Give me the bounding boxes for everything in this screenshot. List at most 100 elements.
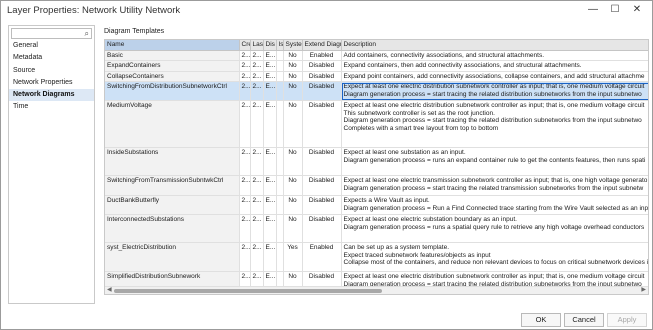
- cell-c4: [276, 214, 284, 244]
- cell-c1: 2...: [239, 81, 251, 102]
- cell-desc: Expects a Wire Vault as input. Diagram g…: [341, 195, 648, 216]
- cell-extend: Disabled: [302, 81, 342, 102]
- cell-system: No: [283, 214, 303, 244]
- cell-system: Yes: [283, 242, 303, 273]
- cell-desc: Expect at least one electric distributio…: [341, 81, 648, 102]
- cell-c4: [276, 50, 284, 62]
- table-row[interactable]: Basic 2... 2... E... No Enabled Add containers…: [105, 50, 648, 62]
- cell-extend: Disabled: [302, 214, 342, 244]
- column-header[interactable]: Is: [276, 40, 284, 51]
- sidebar-item-time[interactable]: Time: [9, 101, 94, 113]
- ok-button[interactable]: OK: [521, 313, 561, 327]
- cell-c1: 2...: [239, 214, 251, 244]
- cell-c3: E...: [263, 60, 277, 72]
- cell-system: No: [283, 71, 303, 83]
- cell-extend: Disabled: [302, 71, 342, 83]
- cell-c4: [276, 195, 284, 216]
- cell-c2: 2...: [250, 175, 264, 197]
- column-header[interactable]: Systen: [283, 40, 303, 51]
- table-row[interactable]: CollapseContainers 2... 2... E... No Disabled…: [105, 71, 648, 83]
- cell-extend: Enabled: [302, 50, 342, 62]
- cell-name: MediumVoltage: [105, 100, 240, 149]
- search-input[interactable]: ⌕: [11, 28, 92, 39]
- table-row[interactable]: SwitchingFromTransmissionSubntwkCtrl 2...…: [105, 175, 648, 197]
- cell-c1: 2...: [239, 147, 251, 177]
- cell-name: SwitchingFromDistributionSubnetworkCtrl: [105, 81, 240, 102]
- cell-c3: E...: [263, 81, 277, 102]
- minimize-button[interactable]: —: [584, 3, 602, 17]
- cell-system: No: [283, 60, 303, 72]
- cell-c2: 2...: [250, 60, 264, 72]
- sidebar-item-network-properties[interactable]: Network Properties: [9, 77, 94, 89]
- cell-c4: [276, 71, 284, 83]
- cell-name: SwitchingFromTransmissionSubntwkCtrl: [105, 175, 240, 197]
- cell-c2: 2...: [250, 242, 264, 273]
- cell-extend: Disabled: [302, 147, 342, 177]
- cell-desc: Expect at least one electric distributio…: [341, 100, 648, 149]
- column-header[interactable]: Description: [341, 40, 648, 51]
- table-row[interactable]: DuctBankButterfly 2... 2... E... No Disabled E…: [105, 195, 648, 216]
- window-title: Layer Properties: Network Utility Networ…: [7, 5, 181, 16]
- cell-c4: [276, 175, 284, 197]
- cell-c3: E...: [263, 242, 277, 273]
- maximize-button[interactable]: ☐: [606, 3, 624, 17]
- table-row[interactable]: InsideSubstations 2... 2... E... No Disabled E…: [105, 147, 648, 177]
- cell-extend: Enabled: [302, 242, 342, 273]
- cell-c1: 2...: [239, 50, 251, 62]
- sidebar-item-metadata[interactable]: Metadata: [9, 52, 94, 64]
- column-header[interactable]: Dis: [263, 40, 277, 51]
- cell-c4: [276, 81, 284, 102]
- cell-c1: 2...: [239, 71, 251, 83]
- cell-extend: Disabled: [302, 100, 342, 149]
- close-button[interactable]: ✕: [628, 3, 646, 17]
- cell-desc: Expand containers, then add connectivity…: [341, 60, 648, 72]
- column-header[interactable]: Cre: [239, 40, 251, 51]
- cell-c2: 2...: [250, 71, 264, 83]
- cell-name: Basic: [105, 50, 240, 62]
- column-header[interactable]: Las: [250, 40, 264, 51]
- cell-c2: 2...: [250, 50, 264, 62]
- scroll-right-icon[interactable]: ▶: [641, 287, 646, 294]
- main-panel: Diagram Templates NameCreLasDisIsSystenE…: [104, 28, 649, 306]
- cell-system: No: [283, 50, 303, 62]
- sidebar-item-general[interactable]: General: [9, 40, 94, 52]
- layer-properties-dialog: Layer Properties: Network Utility Networ…: [0, 0, 653, 330]
- cell-extend: Disabled: [302, 60, 342, 72]
- cell-desc: Can be set up as a system template. Expe…: [341, 242, 648, 273]
- cell-extend: Disabled: [302, 175, 342, 197]
- cell-extend: Disabled: [302, 195, 342, 216]
- search-icon[interactable]: ⌕: [85, 29, 89, 39]
- cell-c1: 2...: [239, 100, 251, 149]
- cell-desc: Expect at least one substation as an inp…: [341, 147, 648, 177]
- cell-system: No: [283, 195, 303, 216]
- cell-name: DuctBankButterfly: [105, 195, 240, 216]
- cell-desc: Expect at least one electric substation …: [341, 214, 648, 244]
- table-row[interactable]: syst_ElectricDistribution 2... 2... E... Yes…: [105, 242, 648, 273]
- sidebar: ⌕ General Metadata Source Network Propertie…: [8, 25, 95, 304]
- column-header[interactable]: Extend Diagran: [302, 40, 342, 51]
- table-row[interactable]: MediumVoltage 2... 2... E... No Disabled Expec…: [105, 100, 648, 149]
- table-row[interactable]: ExpandContainers 2... 2... E... No Disabled Ex…: [105, 60, 648, 72]
- scrollbar-thumb[interactable]: [114, 288, 382, 293]
- cell-name: InsideSubstations: [105, 147, 240, 177]
- horizontal-scrollbar[interactable]: ◀ ▶: [105, 286, 648, 294]
- column-header[interactable]: Name: [105, 40, 240, 51]
- table-row[interactable]: SwitchingFromDistributionSubnetworkCtrl 2…: [105, 81, 648, 102]
- cell-name: CollapseContainers: [105, 71, 240, 83]
- table-header: NameCreLasDisIsSystenExtend DiagranDescr…: [105, 40, 648, 51]
- cell-c1: 2...: [239, 175, 251, 197]
- cell-desc: Expand point containers, add connectivit…: [341, 71, 648, 83]
- cell-name: InterconnectedSubstations: [105, 214, 240, 244]
- cell-c3: E...: [263, 100, 277, 149]
- cell-c2: 2...: [250, 81, 264, 102]
- cell-c4: [276, 147, 284, 177]
- cancel-button[interactable]: Cancel: [564, 313, 604, 327]
- table-row[interactable]: InterconnectedSubstations 2... 2... E... No D…: [105, 214, 648, 244]
- cell-c3: E...: [263, 195, 277, 216]
- cell-desc: Expect at least one electric transmissio…: [341, 175, 648, 197]
- sidebar-item-source[interactable]: Source: [9, 65, 94, 77]
- scroll-left-icon[interactable]: ◀: [107, 287, 112, 294]
- apply-button[interactable]: Apply: [607, 313, 647, 327]
- sidebar-item-network-diagrams[interactable]: Network Diagrams: [9, 89, 94, 102]
- cell-c3: E...: [263, 175, 277, 197]
